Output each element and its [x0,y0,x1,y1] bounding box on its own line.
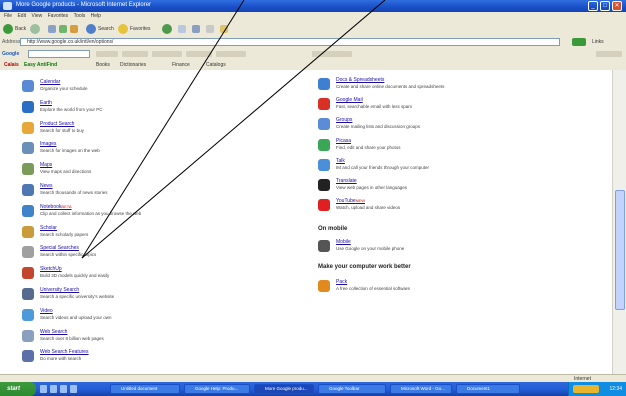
callout-pointer [81,0,386,259]
callout-line [81,0,245,259]
callout-line [81,0,386,259]
